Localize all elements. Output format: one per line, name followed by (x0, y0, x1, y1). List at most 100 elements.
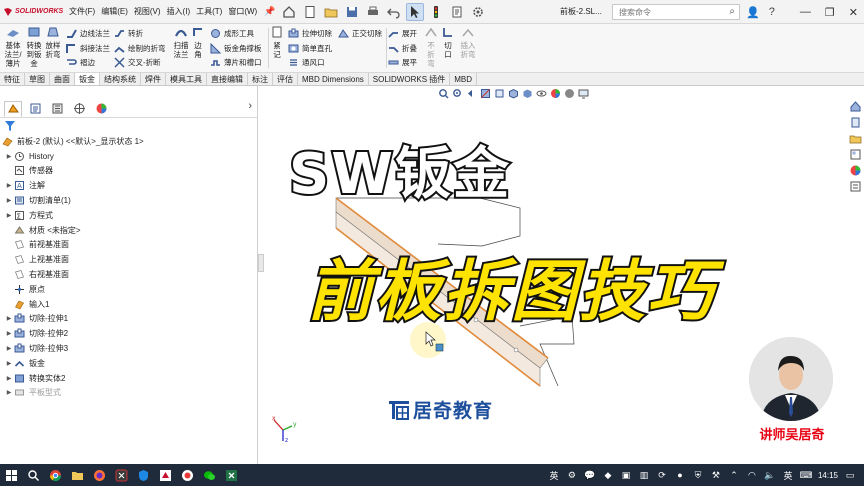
tab-display-manager[interactable] (92, 101, 110, 117)
tree-item[interactable]: 右视基准面 (0, 267, 258, 282)
expand-arrow-icon[interactable]: ▶ (4, 212, 14, 219)
rebuild-button[interactable] (427, 3, 445, 21)
expand-arrow-icon[interactable]: ▶ (4, 330, 14, 337)
tray-tools-icon[interactable]: ⚒ (710, 469, 722, 481)
tray-app-icon[interactable]: ⚙ (566, 469, 578, 481)
tab-mold-tools[interactable]: 模具工具 (166, 73, 207, 85)
tray-defender-icon[interactable]: ⛨ (692, 469, 704, 481)
forming-tool-button[interactable]: 成形工具 (210, 26, 254, 40)
taskbar-chrome[interactable] (44, 464, 66, 486)
chevron-up-icon[interactable]: ⌃ (728, 469, 740, 481)
minimize-icon[interactable]: — (800, 6, 811, 18)
tree-item[interactable]: ▶ 切割清单(1) (0, 193, 258, 208)
swept-flange-button[interactable]: 扫描 法兰 (170, 26, 192, 59)
tree-item[interactable]: ▶ A 注解 (0, 178, 258, 193)
tab-solidworks-addins[interactable]: SOLIDWORKS 插件 (369, 73, 451, 85)
keyboard-icon[interactable]: ⌨ (799, 469, 812, 481)
no-bends-button[interactable]: 不 折 弯 (424, 26, 438, 68)
expand-arrow-icon[interactable]: ▶ (4, 375, 14, 382)
fold-button[interactable]: 折叠 (388, 41, 417, 55)
taskbar-firefox[interactable] (88, 464, 110, 486)
hem-button[interactable]: 褶边 (66, 55, 95, 69)
file-properties-button[interactable] (448, 3, 466, 21)
tree-item[interactable]: ▶ 切除-拉伸3 (0, 341, 258, 356)
select-button[interactable] (406, 3, 424, 21)
tree-item[interactable]: ▶ 切除-拉伸2 (0, 326, 258, 341)
taskbar-solidworks[interactable] (154, 464, 176, 486)
ime-icon[interactable]: 英 (548, 469, 560, 481)
close-icon[interactable]: ✕ (849, 6, 858, 19)
wifi-icon[interactable]: ◠ (746, 469, 758, 481)
tab-configuration-manager[interactable] (48, 101, 66, 117)
tree-root[interactable]: 前板-2 (默认) <<默认>_显示状态 1> (0, 134, 258, 149)
clock[interactable]: 14:15 (818, 471, 838, 480)
menu-view[interactable]: 视图(V) (131, 0, 164, 24)
tree-item[interactable]: 前视基准面 (0, 238, 258, 253)
appearances-icon[interactable] (849, 164, 862, 177)
taskbar-recorder[interactable] (176, 464, 198, 486)
taskbar-security[interactable] (132, 464, 154, 486)
tree-item[interactable]: 传感器 (0, 164, 258, 179)
tab-mbd-dimensions[interactable]: MBD Dimensions (298, 73, 369, 85)
tab-mbd[interactable]: MBD (450, 73, 478, 85)
expand-arrow-icon[interactable]: ▶ (4, 389, 14, 396)
help-icon[interactable]: ? (769, 6, 775, 18)
taskbar-explorer[interactable] (66, 464, 88, 486)
normal-cut-button[interactable]: 正交切除 (338, 26, 382, 40)
expand-arrow-icon[interactable]: ▶ (4, 315, 14, 322)
insert-bends-button[interactable]: 插入 折弯 (458, 26, 478, 59)
taskbar-excel[interactable] (220, 464, 242, 486)
menu-tools[interactable]: 工具(T) (193, 0, 225, 24)
unfold-button[interactable]: 展开 (388, 26, 417, 40)
tree-item[interactable]: 材质 <未指定> (0, 223, 258, 238)
corners-button[interactable]: 边 角 (190, 26, 206, 59)
tray-record-icon[interactable]: ● (674, 469, 686, 481)
file-explorer-icon[interactable] (849, 132, 862, 145)
tree-item[interactable]: ▶ 钣金 (0, 356, 258, 371)
tray-update-icon[interactable]: ⟳ (656, 469, 668, 481)
tab-markup[interactable]: 标注 (248, 73, 273, 85)
language-indicator[interactable]: 英 (782, 469, 794, 481)
jog-button[interactable]: 转折 (114, 26, 143, 40)
tab-property-manager[interactable] (26, 101, 44, 117)
tree-item[interactable]: 原点 (0, 282, 258, 297)
expand-arrow-icon[interactable]: ▶ (4, 345, 14, 352)
simple-hole-button[interactable]: 简单直孔 (288, 41, 332, 55)
menu-insert[interactable]: 插入(I) (164, 0, 194, 24)
taskbar-search-button[interactable] (22, 464, 44, 486)
tray-chart-icon[interactable]: ▥ (638, 469, 650, 481)
corner-gusset-button[interactable]: 钣金角撑板 (210, 41, 262, 55)
new-document-button[interactable] (301, 3, 319, 21)
sketched-bend-button[interactable]: 绘制的折弯 (114, 41, 166, 55)
print-button[interactable] (364, 3, 382, 21)
tab-evaluate[interactable]: 评估 (273, 73, 298, 85)
search-input[interactable]: 搜索命令 ⌕ (612, 4, 740, 20)
solidworks-resources-icon[interactable] (849, 100, 862, 113)
extruded-cut-button[interactable]: 拉伸切除 (288, 26, 332, 40)
start-button[interactable] (0, 464, 22, 486)
base-flange-button[interactable]: 基体 法兰/ 薄片 (2, 26, 24, 68)
menu-file[interactable]: 文件(F) (66, 0, 98, 24)
tab-features[interactable]: 特征 (0, 73, 25, 85)
pin-icon[interactable]: 📌 (264, 6, 275, 17)
tab-feature-manager[interactable] (4, 100, 22, 117)
vent-button[interactable]: 通风口 (288, 55, 325, 69)
search-icon[interactable]: ⌕ (729, 6, 735, 17)
tree-item[interactable]: 输入1 (0, 297, 258, 312)
expand-arrow-icon[interactable]: ▶ (4, 153, 14, 160)
notification-icon[interactable]: ▭ (844, 469, 856, 481)
tab-direct-editing[interactable]: 直接编辑 (207, 73, 248, 85)
tree-item[interactable]: ▶ History (0, 149, 258, 164)
tray-network-icon[interactable]: ▣ (620, 469, 632, 481)
cross-break-button[interactable]: 交叉-折断 (114, 55, 161, 69)
menu-edit[interactable]: 编辑(E) (98, 0, 131, 24)
sheet-metal-note-button[interactable]: 紧 记 (270, 26, 284, 59)
tab-surfaces[interactable]: 曲面 (50, 73, 75, 85)
taskbar-media[interactable] (110, 464, 132, 486)
expand-arrow-icon[interactable]: ▶ (4, 182, 14, 189)
design-library-icon[interactable] (849, 116, 862, 129)
save-button[interactable] (343, 3, 361, 21)
custom-properties-icon[interactable] (849, 180, 862, 193)
tree-item[interactable]: ▶ Σ 方程式 (0, 208, 258, 223)
taskbar-wechat[interactable] (198, 464, 220, 486)
